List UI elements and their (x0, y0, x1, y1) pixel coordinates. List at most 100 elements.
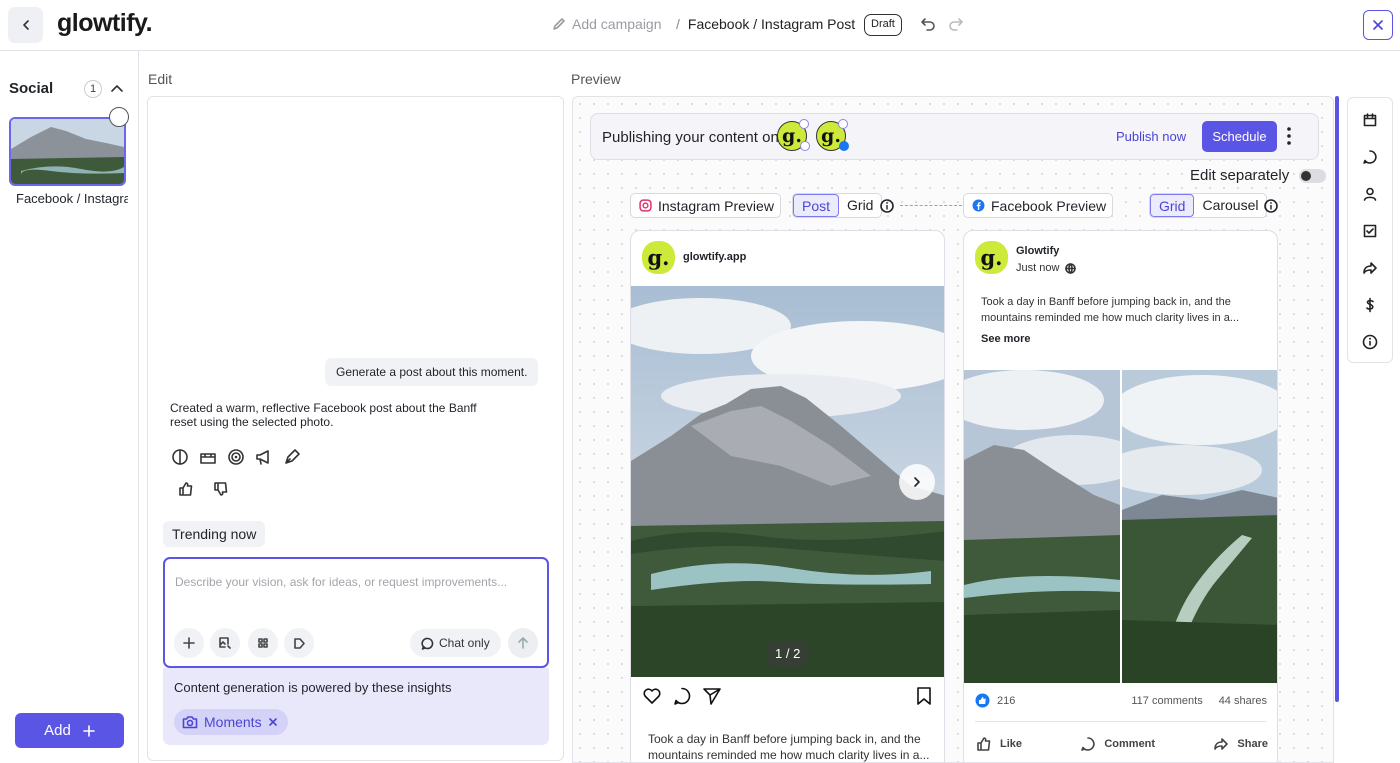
target-icon[interactable] (227, 448, 245, 466)
post-item-label[interactable]: Facebook / Instagram Post (10, 191, 128, 206)
insights-box: Content generation is powered by these i… (163, 668, 549, 745)
top-bar: glowtify. Add campaign / Facebook / Inst… (0, 0, 1400, 51)
chat-only-toggle[interactable]: Chat only (410, 629, 501, 657)
undo-button[interactable] (919, 15, 937, 33)
next-image-button[interactable] (899, 464, 935, 500)
collapse-button[interactable] (110, 82, 124, 96)
trending-now-chip[interactable]: Trending now (163, 521, 266, 547)
send-icon[interactable] (702, 686, 722, 706)
chevron-right-icon (914, 477, 920, 487)
plus-icon (183, 637, 195, 649)
see-more-link[interactable]: See more (981, 333, 1031, 345)
share-button[interactable]: Share (1213, 736, 1268, 752)
templates-button[interactable] (248, 628, 278, 658)
breadcrumb: / Facebook / Instagram Post (676, 16, 855, 32)
close-icon (1373, 20, 1383, 30)
instagram-mode-grid[interactable]: Grid (839, 194, 881, 217)
shares-count[interactable]: 44 shares (1219, 695, 1267, 707)
dollar-icon[interactable] (1362, 297, 1378, 313)
instagram-post-preview: g. glowtify.app 1 / 2 Took a day in Banf… (630, 230, 945, 762)
add-campaign-label: Add campaign (572, 16, 662, 32)
redo-button[interactable] (947, 15, 965, 33)
facebook-badge-icon (839, 141, 849, 151)
instagram-preview-label: Instagram Preview (658, 197, 774, 214)
preview-panel: Publishing your content on g. g. Publish… (572, 96, 1334, 763)
preview-panel-label: Preview (571, 71, 621, 87)
mountain-landscape-image (631, 286, 944, 677)
comments-count[interactable]: 117 comments (1131, 695, 1202, 707)
calendar-icon[interactable] (1362, 112, 1378, 128)
edit-separately-toggle[interactable] (1299, 168, 1327, 183)
heart-icon[interactable] (642, 686, 662, 706)
facebook-mode-grid[interactable]: Grid (1150, 194, 1195, 217)
facebook-actions: Like Comment Share (976, 736, 1268, 752)
close-button[interactable] (1363, 10, 1393, 40)
like-button[interactable]: Like (976, 736, 1022, 752)
facebook-mode-carousel[interactable]: Carousel (1194, 194, 1266, 217)
moments-chip[interactable]: Moments (174, 709, 288, 735)
contrast-icon[interactable] (171, 448, 189, 466)
preview-scrollbar[interactable] (1335, 96, 1339, 702)
schedule-button[interactable]: Schedule (1202, 121, 1277, 152)
add-button[interactable]: Add (15, 713, 124, 748)
publish-now-button[interactable]: Publish now (1116, 129, 1186, 144)
select-radio[interactable] (109, 107, 129, 127)
checklist-icon[interactable] (1362, 223, 1378, 239)
remove-icon[interactable] (268, 717, 278, 727)
chat-icon[interactable] (1362, 149, 1378, 165)
save-button[interactable] (915, 686, 933, 706)
facebook-icon (972, 199, 985, 212)
megaphone-icon[interactable] (255, 448, 273, 466)
comment-icon[interactable] (672, 686, 692, 706)
facebook-preview-tab[interactable]: Facebook Preview (963, 193, 1113, 218)
attach-button[interactable] (174, 628, 204, 658)
share-icon (1214, 738, 1229, 750)
app-logo: glowtify. (57, 9, 153, 37)
back-button[interactable] (8, 7, 43, 43)
social-count-badge: 1 (84, 80, 102, 98)
thumbs-up-icon[interactable] (178, 481, 194, 497)
tag-icon (293, 637, 305, 649)
edit-panel-label: Edit (148, 71, 173, 87)
store-icon[interactable] (199, 448, 217, 466)
instagram-mode-post[interactable]: Post (793, 194, 840, 217)
facebook-post-text: Took a day in Banff before jumping back … (981, 296, 1239, 324)
connector-line (900, 205, 962, 206)
image-settings-button[interactable] (210, 628, 240, 658)
tag-button[interactable] (284, 628, 314, 658)
post-title[interactable]: Facebook / Instagram Post (688, 16, 855, 32)
instagram-preview-tab[interactable]: Instagram Preview (630, 193, 781, 218)
chat-input[interactable] (175, 575, 535, 589)
instagram-badge-icon (800, 141, 810, 151)
arrow-up-icon (518, 637, 528, 649)
share-forward-icon[interactable] (1362, 260, 1378, 276)
instagram-photo[interactable]: 1 / 2 (631, 286, 944, 677)
comment-button[interactable]: Comment (1080, 736, 1155, 752)
send-button[interactable] (508, 628, 538, 658)
moments-label: Moments (204, 714, 262, 730)
chevron-left-icon (22, 20, 29, 30)
instagram-caption: Took a day in Banff before jumping back … (648, 732, 930, 762)
social-section-title: Social (9, 80, 54, 97)
add-campaign-field[interactable]: Add campaign (552, 16, 662, 32)
pen-nib-icon[interactable] (283, 448, 301, 466)
facebook-photo-grid[interactable] (964, 370, 1277, 683)
ai-message: Created a warm, reflective Facebook post… (170, 401, 477, 429)
image-counter: 1 / 2 (768, 641, 808, 667)
plus-icon (83, 724, 95, 737)
info-icon[interactable] (1362, 334, 1378, 350)
more-options-button[interactable] (1286, 126, 1292, 146)
publishing-bar: Publishing your content on g. g. Publish… (590, 113, 1319, 160)
instagram-actions (642, 686, 722, 706)
kebab-icon (1287, 127, 1291, 145)
ai-tools-row (171, 448, 301, 466)
chevron-up-icon (111, 85, 123, 92)
info-icon[interactable] (880, 199, 894, 213)
post-thumbnail[interactable] (9, 117, 126, 186)
user-icon[interactable] (1362, 186, 1378, 202)
thumbs-down-icon[interactable] (213, 481, 229, 497)
info-icon[interactable] (1264, 199, 1278, 213)
facebook-profile-avatar: g. (975, 241, 1008, 274)
publishing-text: Publishing your content on (602, 129, 779, 146)
bookmark-icon (917, 687, 931, 705)
